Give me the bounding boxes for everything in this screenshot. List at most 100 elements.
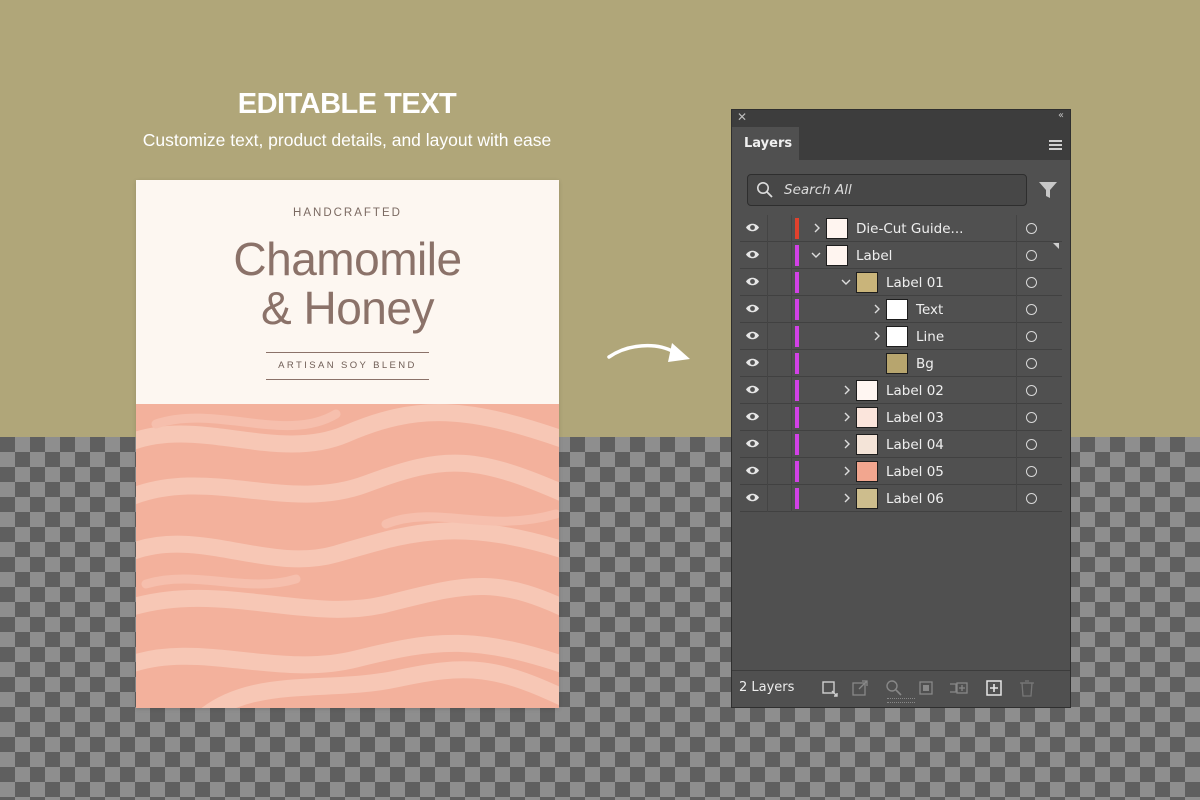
visibility-eye-icon[interactable] bbox=[745, 437, 760, 450]
column-divider bbox=[791, 215, 792, 242]
lock-column[interactable] bbox=[767, 458, 768, 485]
visibility-eye-icon[interactable] bbox=[745, 356, 760, 369]
layer-name[interactable]: Label 03 bbox=[886, 410, 944, 426]
search-input[interactable] bbox=[784, 175, 1019, 205]
chevron-right-icon[interactable] bbox=[842, 493, 852, 503]
layer-color-bar bbox=[795, 272, 799, 293]
lock-column[interactable] bbox=[767, 242, 768, 269]
column-divider bbox=[1016, 485, 1017, 512]
layer-name[interactable]: Label 04 bbox=[886, 437, 944, 453]
layer-color-bar bbox=[795, 218, 799, 239]
arrow-icon bbox=[607, 343, 690, 362]
column-divider bbox=[1016, 404, 1017, 431]
chevron-down-icon[interactable] bbox=[841, 277, 851, 287]
filter-icon[interactable] bbox=[1038, 180, 1058, 200]
target-circle-icon[interactable] bbox=[1026, 304, 1037, 315]
column-divider bbox=[1016, 377, 1017, 404]
new-sublayer-icon[interactable] bbox=[948, 678, 968, 698]
label-title: Chamomile & Honey bbox=[136, 235, 559, 333]
visibility-eye-icon[interactable] bbox=[745, 221, 760, 234]
lock-column[interactable] bbox=[767, 215, 768, 242]
lock-column[interactable] bbox=[767, 350, 768, 377]
layer-row[interactable]: Bg bbox=[740, 350, 1062, 377]
new-layer-icon[interactable] bbox=[984, 678, 1004, 698]
target-circle-icon[interactable] bbox=[1026, 277, 1037, 288]
lock-column[interactable] bbox=[767, 323, 768, 350]
layer-count: 2 Layers bbox=[739, 680, 795, 695]
export-icon[interactable] bbox=[850, 678, 870, 698]
close-icon[interactable]: ✕ bbox=[737, 110, 747, 124]
layer-row[interactable]: Label bbox=[740, 242, 1062, 269]
visibility-eye-icon[interactable] bbox=[745, 329, 760, 342]
target-circle-icon[interactable] bbox=[1026, 223, 1037, 234]
chevron-right-icon[interactable] bbox=[842, 439, 852, 449]
label-title-line2: & Honey bbox=[261, 282, 434, 334]
chevron-right-icon[interactable] bbox=[872, 304, 882, 314]
layer-row[interactable]: Label 03 bbox=[740, 404, 1062, 431]
label-preview: HANDCRAFTED Chamomile & Honey ARTISAN SO… bbox=[136, 180, 559, 708]
chevron-down-icon[interactable] bbox=[811, 250, 821, 260]
target-circle-icon[interactable] bbox=[1026, 358, 1037, 369]
target-circle-icon[interactable] bbox=[1026, 493, 1037, 504]
label-rule-bottom bbox=[266, 379, 429, 380]
visibility-eye-icon[interactable] bbox=[745, 302, 760, 315]
chevron-right-icon[interactable] bbox=[872, 331, 882, 341]
visibility-eye-icon[interactable] bbox=[745, 464, 760, 477]
chevron-right-icon[interactable] bbox=[812, 223, 822, 233]
lock-column[interactable] bbox=[767, 296, 768, 323]
target-circle-icon[interactable] bbox=[1026, 439, 1037, 450]
layer-name[interactable]: Text bbox=[916, 302, 943, 318]
target-circle-icon[interactable] bbox=[1026, 385, 1037, 396]
clipping-mask-icon[interactable] bbox=[916, 678, 936, 698]
lock-column[interactable] bbox=[767, 431, 768, 458]
visibility-eye-icon[interactable] bbox=[745, 275, 760, 288]
layer-color-bar bbox=[795, 299, 799, 320]
layer-color-bar bbox=[795, 461, 799, 482]
layer-row[interactable]: Label 02 bbox=[740, 377, 1062, 404]
lock-column[interactable] bbox=[767, 377, 768, 404]
panel-titlebar: ✕ ‹‹ bbox=[732, 110, 1070, 127]
panel-menu-icon[interactable] bbox=[1049, 140, 1062, 150]
layer-row[interactable]: Label 01 bbox=[740, 269, 1062, 296]
layer-row[interactable]: Label 06 bbox=[740, 485, 1062, 512]
layer-row[interactable]: Line bbox=[740, 323, 1062, 350]
layer-color-bar bbox=[795, 407, 799, 428]
layer-name[interactable]: Line bbox=[916, 329, 944, 345]
collapse-icon[interactable]: ‹‹ bbox=[1058, 110, 1064, 121]
tab-layers[interactable]: Layers bbox=[732, 127, 799, 161]
layer-name[interactable]: Bg bbox=[916, 356, 934, 372]
chevron-right-icon[interactable] bbox=[842, 466, 852, 476]
column-divider bbox=[1016, 296, 1017, 323]
layer-name[interactable]: Label 05 bbox=[886, 464, 944, 480]
resize-grip[interactable] bbox=[887, 698, 915, 703]
target-circle-icon[interactable] bbox=[1026, 331, 1037, 342]
layer-thumbnail bbox=[856, 488, 878, 509]
layer-row[interactable]: Die-Cut Guide... bbox=[740, 215, 1062, 242]
lock-column[interactable] bbox=[767, 404, 768, 431]
layer-name[interactable]: Label 06 bbox=[886, 491, 944, 507]
layer-thumbnail bbox=[826, 218, 848, 239]
visibility-eye-icon[interactable] bbox=[745, 410, 760, 423]
chevron-right-icon[interactable] bbox=[842, 385, 852, 395]
layer-row[interactable]: Text bbox=[740, 296, 1062, 323]
target-circle-icon[interactable] bbox=[1026, 250, 1037, 261]
target-circle-icon[interactable] bbox=[1026, 466, 1037, 477]
locate-object-icon[interactable] bbox=[884, 678, 904, 698]
chevron-right-icon[interactable] bbox=[842, 412, 852, 422]
layer-color-bar bbox=[795, 488, 799, 509]
lock-column[interactable] bbox=[767, 269, 768, 296]
panel-tabbar: Layers bbox=[732, 127, 1070, 161]
lock-column[interactable] bbox=[767, 485, 768, 512]
visibility-eye-icon[interactable] bbox=[745, 248, 760, 261]
visibility-eye-icon[interactable] bbox=[745, 491, 760, 504]
visibility-eye-icon[interactable] bbox=[745, 383, 760, 396]
target-circle-icon[interactable] bbox=[1026, 412, 1037, 423]
layer-name[interactable]: Label 02 bbox=[886, 383, 944, 399]
layer-row[interactable]: Label 05 bbox=[740, 458, 1062, 485]
artboard-collect-icon[interactable] bbox=[820, 678, 840, 698]
layer-row[interactable]: Label 04 bbox=[740, 431, 1062, 458]
layer-name[interactable]: Label 01 bbox=[886, 275, 944, 291]
layer-name[interactable]: Label bbox=[856, 248, 892, 264]
delete-icon[interactable] bbox=[1017, 678, 1037, 698]
layer-name[interactable]: Die-Cut Guide... bbox=[856, 221, 963, 237]
